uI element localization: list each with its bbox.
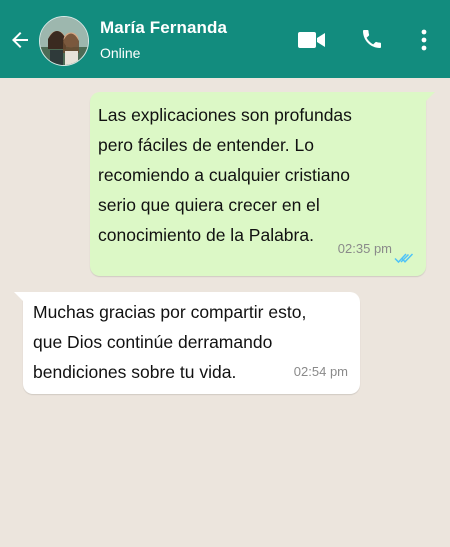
avatar[interactable] [39,16,89,66]
outgoing-message[interactable]: Las explicaciones son profundas pero fác… [90,92,435,276]
phone-icon[interactable] [360,27,384,51]
chat-header: María Fernanda Online [0,0,450,78]
more-options-icon[interactable] [419,28,429,52]
back-arrow-icon[interactable] [8,28,32,52]
message-time: 02:54 pm [293,364,348,379]
message-time: 02:35 pm [337,241,392,256]
message-text: Las explicaciones son profundas pero fác… [98,105,352,245]
video-call-icon[interactable] [298,30,326,50]
message-area: Las explicaciones son profundas pero fác… [0,78,450,547]
incoming-message[interactable]: Muchas gracias por compartir esto, que D… [14,292,360,394]
double-check-icon [394,253,414,264]
contact-name[interactable]: María Fernanda [100,18,227,38]
contact-status: Online [100,45,141,61]
